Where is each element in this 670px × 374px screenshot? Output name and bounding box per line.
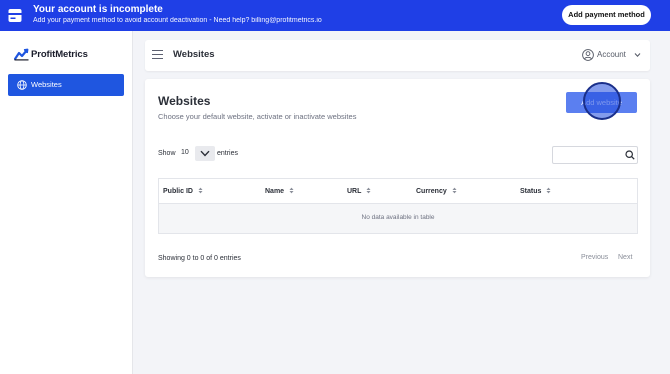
- previous-page-button[interactable]: Previous: [581, 254, 608, 261]
- empty-table-message: No data available in table: [361, 214, 435, 221]
- page-header: Websites Account: [145, 40, 650, 71]
- sidebar-item-label: Websites: [31, 80, 62, 89]
- page-title: Websites: [173, 49, 215, 60]
- add-website-button[interactable]: Add website: [566, 92, 637, 113]
- chevron-down-icon: [200, 150, 210, 157]
- globe-icon: [17, 80, 27, 90]
- chart-trend-icon: [14, 48, 29, 61]
- account-incomplete-banner: Your account is incomplete Add your paym…: [0, 0, 670, 31]
- sort-icon: [452, 187, 457, 194]
- hamburger-icon[interactable]: [152, 50, 163, 59]
- entries-dropdown-toggle[interactable]: [195, 146, 215, 161]
- chevron-down-icon: [634, 53, 641, 58]
- entries-per-page-select[interactable]: 10: [177, 146, 215, 161]
- next-page-button[interactable]: Next: [618, 254, 632, 261]
- column-header-name[interactable]: Name: [265, 187, 294, 195]
- sort-icon: [366, 187, 371, 194]
- column-header-url[interactable]: URL: [347, 187, 371, 195]
- section-title: Websites: [158, 94, 211, 108]
- column-header-status[interactable]: Status: [520, 187, 551, 195]
- account-menu[interactable]: Account: [582, 48, 644, 63]
- table-body: No data available in table: [159, 204, 637, 233]
- credit-card-icon: [8, 9, 22, 22]
- sort-icon: [198, 187, 203, 194]
- entries-label: entries: [217, 150, 239, 157]
- user-circle-icon: [582, 49, 594, 61]
- entries-select-value: 10: [181, 149, 189, 156]
- banner-title: Your account is incomplete: [33, 4, 163, 15]
- websites-table: Public ID Name URL Currency Status No da…: [158, 178, 638, 234]
- sort-icon: [289, 187, 294, 194]
- search-input[interactable]: [552, 146, 638, 164]
- sidebar: ProfitMetrics Websites: [0, 31, 133, 374]
- brand-name: ProfitMetrics: [31, 49, 88, 60]
- column-header-currency[interactable]: Currency: [416, 187, 457, 195]
- show-label: Show: [158, 150, 176, 157]
- section-subtitle: Choose your default website, activate or…: [158, 112, 357, 121]
- websites-card: Websites Choose your default website, ac…: [145, 79, 650, 277]
- account-label: Account: [597, 50, 626, 59]
- add-payment-method-button[interactable]: Add payment method: [562, 5, 651, 25]
- table-info: Showing 0 to 0 of 0 entries: [158, 255, 241, 262]
- sidebar-item-websites[interactable]: Websites: [8, 74, 124, 96]
- banner-subtitle: Add your payment method to avoid account…: [33, 17, 322, 24]
- sort-icon: [546, 187, 551, 194]
- search-icon[interactable]: [625, 150, 635, 160]
- table-header: Public ID Name URL Currency Status: [159, 179, 637, 204]
- column-header-public-id[interactable]: Public ID: [163, 187, 203, 195]
